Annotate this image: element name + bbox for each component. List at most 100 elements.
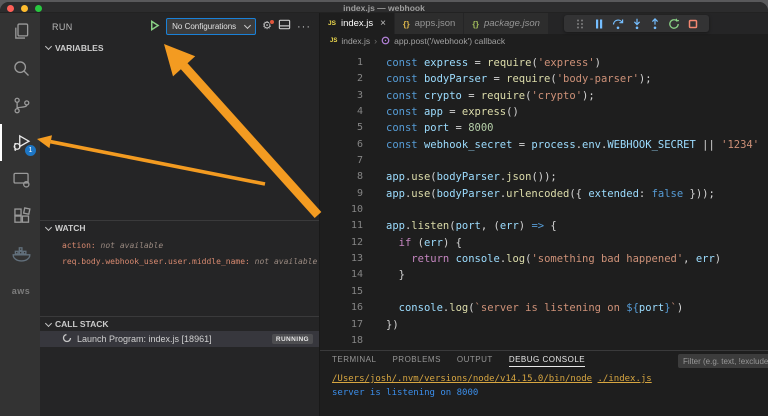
line-number: 10 [350,204,363,216]
line-number: 15 [350,285,363,297]
gear-alert-dot [269,19,275,25]
step-over-icon[interactable] [612,18,624,30]
line-number: 7 [356,155,363,167]
console-command-line: /Users/josh/.nvm/versions/node/v14.15.0/… [332,373,768,387]
start-debug-icon[interactable] [149,18,160,36]
line-number: 5 [356,122,363,134]
run-and-debug-icon[interactable]: 1 [0,124,40,161]
panel-tab-output[interactable]: OUTPUT [457,355,493,366]
editor-tab-bar: JS index.js × {} apps.json {} package.js… [320,13,768,34]
watch-body: action: not available req.body.webhook_u… [40,235,319,316]
code-line[interactable]: 6 const webhook_secret = process.env.WEBH… [320,137,768,153]
docker-icon[interactable] [0,235,40,272]
call-stack-section-header[interactable]: CALL STACK [40,316,319,331]
step-into-icon[interactable] [631,18,643,30]
code-line[interactable]: 8 app.use(bodyParser.json()); [320,169,768,185]
code-line[interactable]: 15 [320,284,768,300]
code-line[interactable]: 12 if (err) { [320,235,768,251]
code-line[interactable]: 16 console.log(`server is listening on $… [320,300,768,316]
line-number: 6 [356,138,363,150]
call-stack-session-row[interactable]: Launch Program: index.js [18961] RUNNING [40,331,319,347]
tab-apps-json[interactable]: {} apps.json [395,13,465,34]
debug-badge: 1 [25,145,36,156]
code-line[interactable]: 13 return console.log('something bad hap… [320,251,768,267]
node-path-link[interactable]: /Users/josh/.nvm/versions/node/v14.15.0/… [332,374,592,384]
debug-console-toggle-icon[interactable] [278,18,291,36]
watch-section-header[interactable]: WATCH [40,220,319,235]
code-line[interactable]: 2 const bodyParser = require('body-parser… [320,71,768,87]
script-path-link[interactable]: ./index.js [598,374,652,384]
line-number: 3 [356,89,363,101]
line-number: 11 [350,220,363,232]
stop-icon[interactable] [687,18,699,30]
json-file-icon: {} [403,18,410,29]
vscode-window: index.js — webhook 1 aws RUN No Configur… [0,2,768,416]
line-number: 14 [350,269,363,281]
run-view-title: RUN [52,21,73,32]
breadcrumb[interactable]: JS index.js › app.post('/webhook') callb… [320,34,768,48]
extensions-icon[interactable] [0,198,40,235]
line-number: 1 [356,57,363,68]
code-line[interactable]: 3 const crypto = require('crypto'); [320,88,768,104]
line-number: 8 [356,171,363,183]
code-line[interactable]: 14 } [320,267,768,283]
tab-index-js[interactable]: JS index.js × [320,13,396,34]
code-line[interactable]: 5 const port = 8000 [320,120,768,136]
json-file-icon: {} [472,18,479,29]
toolbar-grip-icon[interactable] [574,18,586,30]
variables-section-header[interactable]: VARIABLES [40,40,319,55]
chevron-down-icon [44,223,53,231]
tab-package-json[interactable]: {} package.json [464,13,549,34]
watch-expression[interactable]: req.body.webhook_user.user.middle_name: … [40,254,319,270]
pause-icon[interactable] [593,18,605,30]
debug-console-output: /Users/josh/.nvm/versions/node/v14.15.0/… [320,370,768,400]
step-out-icon[interactable] [649,17,661,30]
code-line[interactable]: 10 [320,202,768,218]
code-line[interactable]: 11 app.listen(port, (err) => { [320,218,768,234]
loading-spinner-icon [62,330,72,348]
console-filter-input[interactable] [678,354,768,368]
line-number: 9 [356,187,363,199]
close-tab-icon[interactable]: × [380,18,386,29]
line-number: 16 [350,302,363,314]
console-stdout-line: server is listening on 8000 [332,387,479,398]
chevron-down-icon [244,21,252,29]
line-number: 2 [356,73,363,85]
code-line[interactable]: 7 [320,153,768,169]
chevron-down-icon [44,42,53,51]
running-status-badge: RUNNING [271,334,313,344]
code-line[interactable]: 4 const app = express() [320,104,768,120]
title-bar[interactable]: index.js — webhook [0,2,768,13]
code-line[interactable]: 1 const express = require('express') [320,55,768,71]
line-number: 4 [356,106,363,118]
javascript-file-icon: JS [328,20,336,27]
debug-sidebar: RUN No Configurations ⚙ ··· VARIABLES WA… [40,13,319,416]
source-control-icon[interactable] [0,87,40,124]
restart-icon[interactable] [668,18,680,30]
line-number: 13 [350,253,363,265]
more-actions-icon[interactable]: ··· [297,21,311,33]
activity-bar: 1 aws [0,13,40,416]
code-line[interactable]: 9 app.use(bodyParser.urlencoded({ extende… [320,186,768,202]
bottom-panel: TERMINAL PROBLEMS OUTPUT DEBUG CONSOLE /… [320,350,768,416]
panel-tab-debug-console[interactable]: DEBUG CONSOLE [508,355,586,367]
code-line[interactable]: 18 [320,333,768,349]
line-number: 12 [350,236,363,248]
debug-configuration-dropdown[interactable]: No Configurations [166,18,257,35]
javascript-file-icon: JS [330,38,338,44]
search-icon[interactable] [0,50,40,87]
breadcrumb-separator: › [374,36,378,46]
panel-tab-terminal[interactable]: TERMINAL [332,355,376,366]
panel-tab-problems[interactable]: PROBLEMS [392,355,440,366]
chevron-down-icon [44,319,53,327]
aws-icon[interactable]: aws [0,272,40,309]
code-line[interactable]: 17}) [320,317,768,333]
explorer-icon[interactable] [0,13,40,50]
code-editor[interactable]: 1 const express = require('express') 2 cons… [320,48,768,350]
symbol-function-icon [381,36,390,47]
remote-explorer-icon[interactable] [0,161,40,198]
watch-expression[interactable]: action: not available [40,238,319,254]
line-number: 18 [350,334,363,346]
configure-gear-icon[interactable]: ⚙ [262,19,275,32]
line-number: 17 [350,318,363,330]
